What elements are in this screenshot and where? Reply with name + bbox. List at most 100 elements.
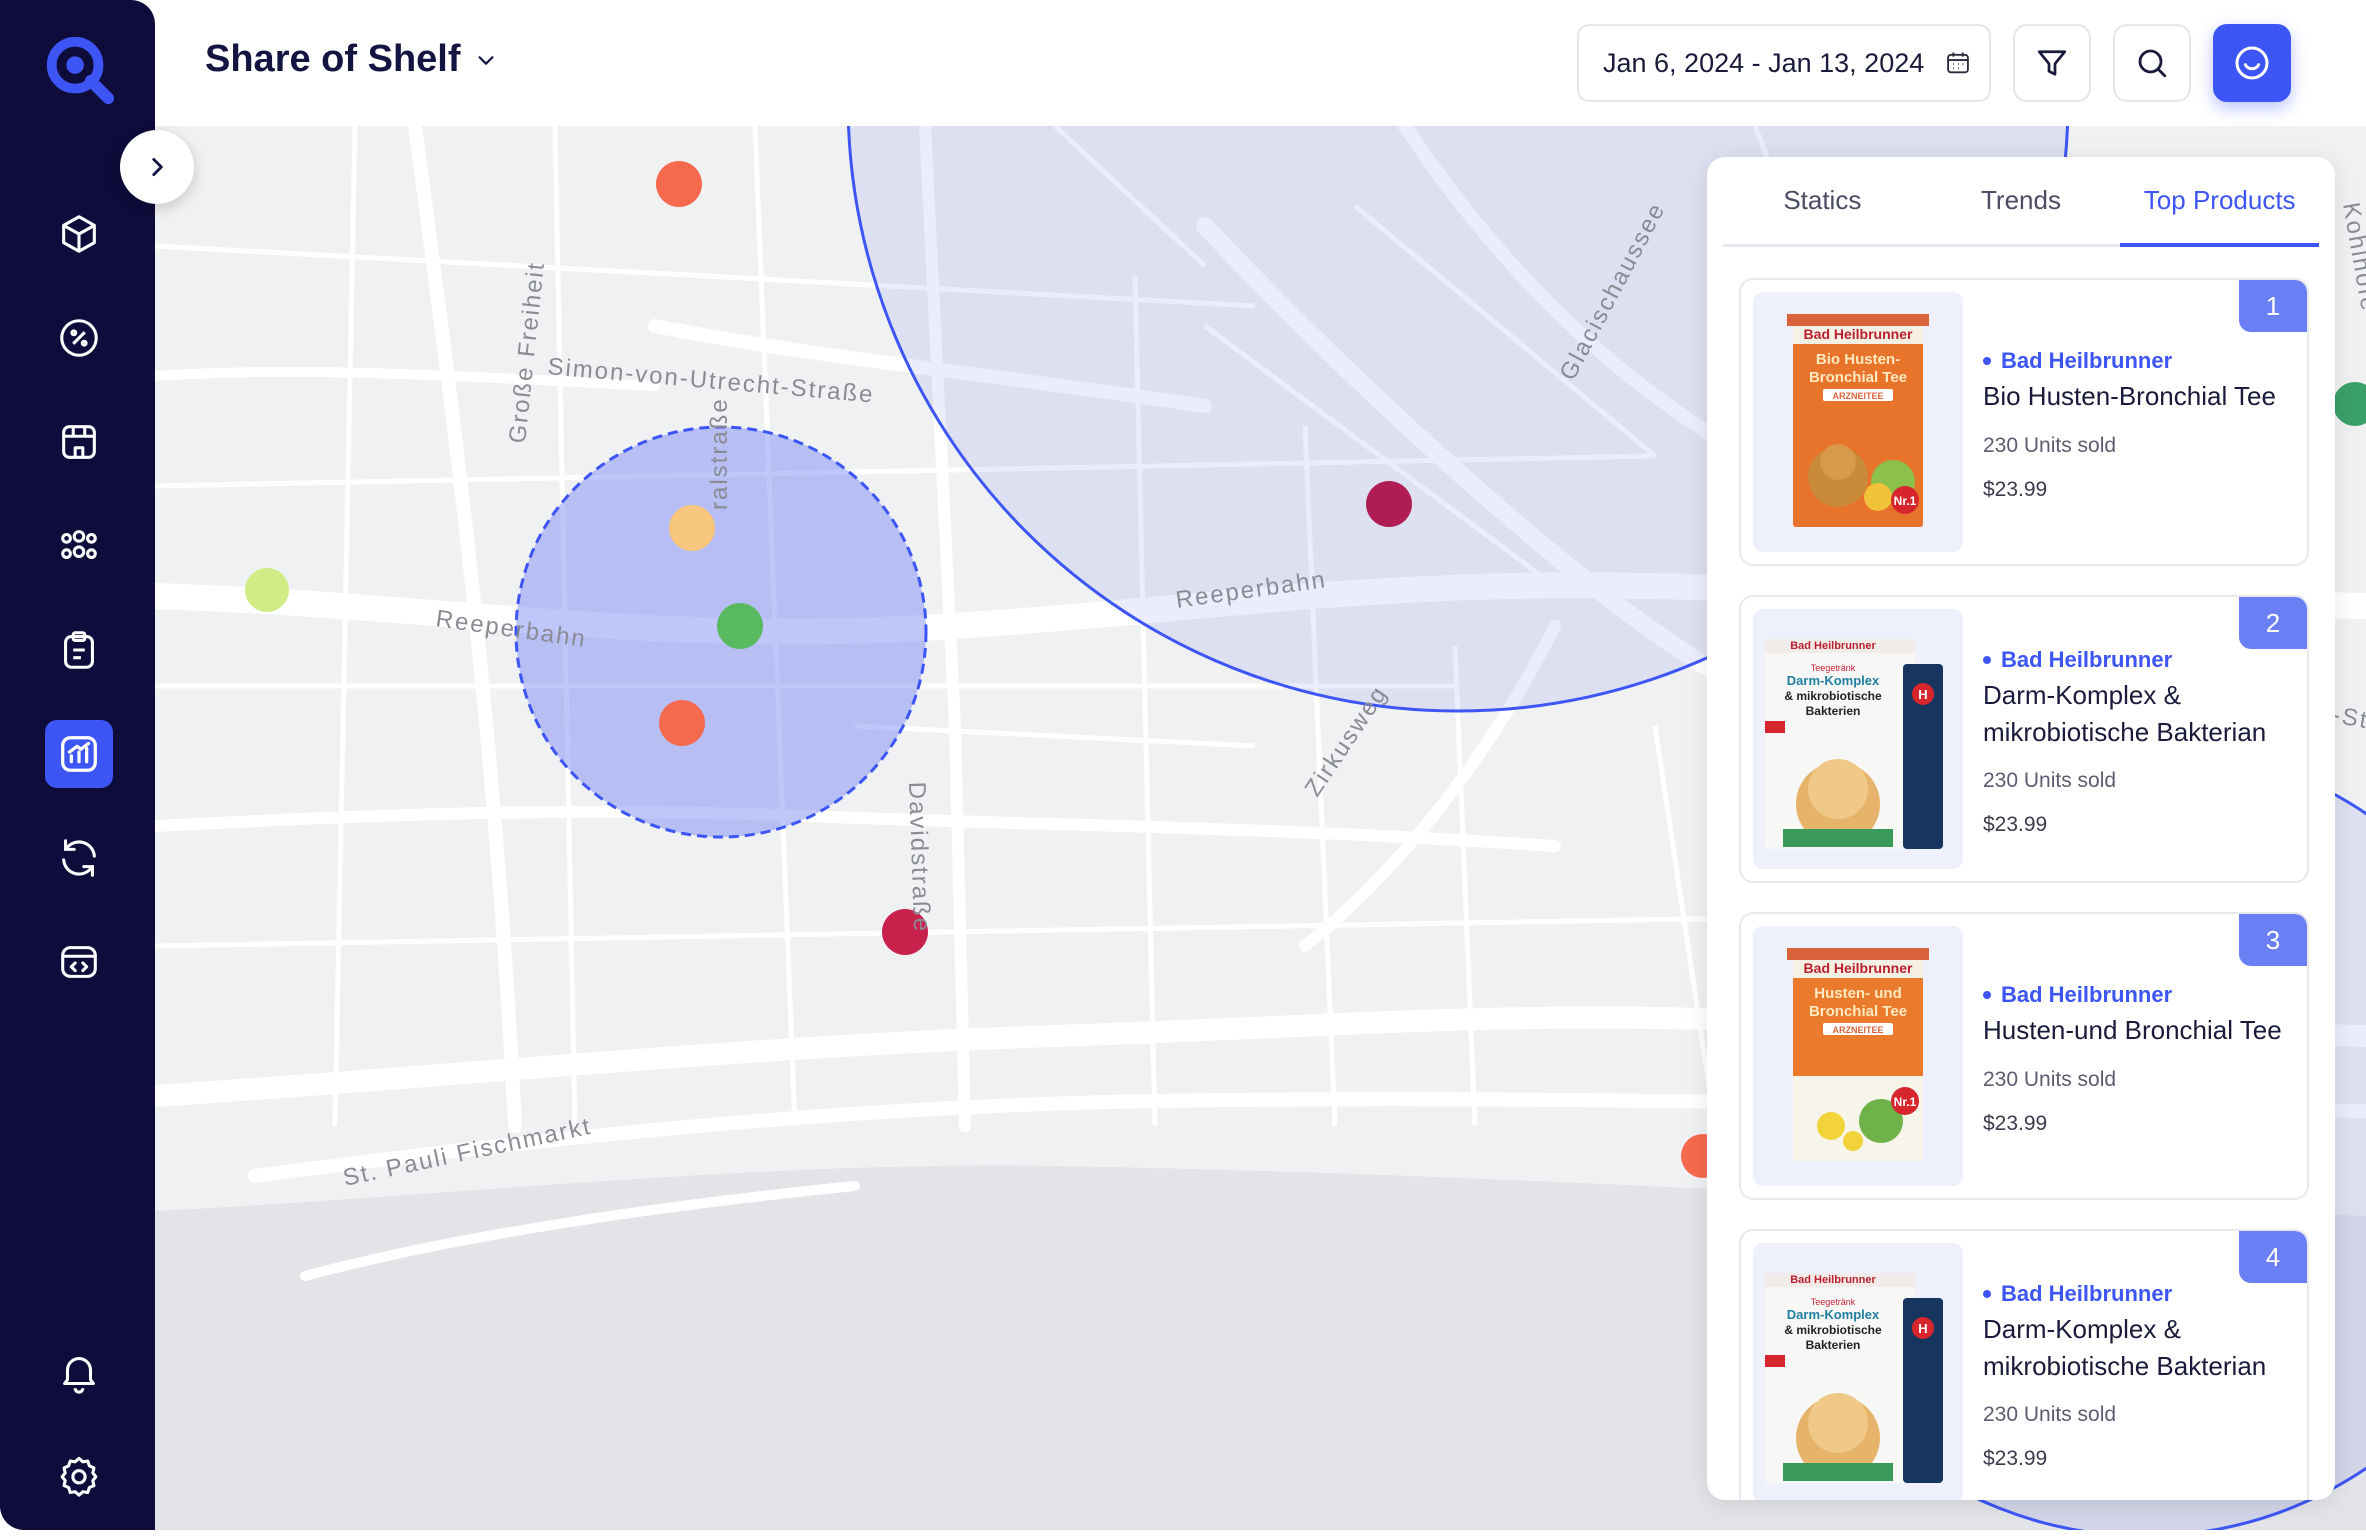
product-image: Bad Heilbrunner Teegetränk Darm-Komplex … (1753, 1243, 1963, 1500)
analytics-icon (61, 736, 97, 772)
bell-icon (63, 1357, 95, 1394)
calendar-icon (1947, 52, 1970, 74)
panel-tabs: Statics Trends Top Products (1723, 157, 2320, 247)
svg-text:Nr.1: Nr.1 (1894, 1095, 1917, 1109)
store-icon (62, 425, 96, 459)
product-units: 230 Units sold (1983, 769, 2117, 792)
svg-text:Bad Heilbrunner: Bad Heilbrunner (1790, 1274, 1876, 1286)
product-name: Bio Husten-Bronchial Tee (1983, 381, 2276, 411)
store-marker[interactable] (2333, 382, 2366, 426)
store-marker[interactable] (656, 161, 702, 207)
svg-text:Bio Husten-: Bio Husten- (1816, 351, 1900, 368)
svg-text:ARZNEITEE: ARZNEITEE (1832, 1025, 1883, 1035)
assistant-button[interactable] (2213, 24, 2291, 102)
svg-text:& mikrobiotische: & mikrobiotische (1784, 1323, 1882, 1337)
svg-text:Bad Heilbrunner: Bad Heilbrunner (1804, 326, 1913, 342)
product-image: Bad Heilbrunner Husten- und Bronchial Te… (1753, 926, 1963, 1186)
search-button[interactable] (2113, 24, 2191, 102)
store-marker[interactable] (669, 505, 715, 551)
filter-button[interactable] (2013, 24, 2091, 102)
svg-text:Darm-Komplex: Darm-Komplex (1787, 673, 1880, 688)
product-name: Darm-Komplex & mikrobiotische Bakterian (1983, 1314, 2267, 1381)
svg-text:Nr.1: Nr.1 (1894, 494, 1917, 508)
rank-badge: 3 (2239, 914, 2307, 966)
svg-text:Bakterien: Bakterien (1806, 1338, 1861, 1352)
date-range-picker[interactable]: Jan 6, 2024 - Jan 13, 2024 (1577, 24, 1991, 102)
product-units: 230 Units sold (1983, 434, 2117, 457)
sidebar-item-discounts[interactable] (45, 304, 113, 372)
svg-text:ARZNEITEE: ARZNEITEE (1832, 391, 1883, 401)
svg-text:Teegetränk: Teegetränk (1811, 1297, 1856, 1307)
chevron-right-icon (152, 158, 163, 176)
smile-icon (2235, 46, 2269, 80)
product-name: Darm-Komplex & mikrobiotische Bakterian (1983, 680, 2267, 747)
street-label: St. Pauli Fischmarkt (341, 1113, 594, 1192)
product-image: Bad Heilbrunner Teegetränk Darm-Komplex … (1753, 609, 1963, 869)
svg-text:Bronchial Tee: Bronchial Tee (1809, 1003, 1907, 1020)
expand-sidebar-button[interactable] (120, 130, 194, 204)
product-price: $23.99 (1983, 813, 2048, 836)
svg-text:Bronchial Tee: Bronchial Tee (1809, 369, 1907, 386)
sidebar-item-integrations[interactable] (45, 928, 113, 996)
store-marker[interactable] (659, 700, 705, 746)
rank-badge: 2 (2239, 597, 2307, 649)
product-brand: Bad Heilbrunner (1983, 348, 2172, 374)
rank-badge: 1 (2239, 280, 2307, 332)
tab-trends[interactable]: Trends (1922, 157, 2121, 244)
svg-text:Bakterien: Bakterien (1806, 704, 1861, 718)
product-card[interactable]: Bad Heilbrunner Husten- und Bronchial Te… (1739, 912, 2309, 1200)
svg-text:H: H (1918, 1321, 1927, 1336)
sidebar-item-analytics[interactable] (45, 720, 113, 788)
product-price: $23.99 (1983, 1112, 2048, 1135)
refresh-icon (62, 839, 96, 877)
rank-badge: 4 (2239, 1231, 2307, 1283)
store-marker[interactable] (717, 603, 763, 649)
street-label: Große Freiheit (504, 260, 550, 445)
app-logo-icon[interactable] (40, 30, 118, 108)
svg-text:Bad Heilbrunner: Bad Heilbrunner (1790, 640, 1876, 652)
sidebar-item-products[interactable] (45, 200, 113, 268)
store-marker[interactable] (1366, 481, 1412, 527)
svg-text:Husten- und: Husten- und (1814, 985, 1902, 1002)
product-card[interactable]: Bad Heilbrunner Teegetränk Darm-Komplex … (1739, 1229, 2309, 1500)
product-name: Husten-und Bronchial Tee (1983, 1015, 2282, 1045)
svg-text:H: H (1918, 687, 1927, 702)
tab-top-products[interactable]: Top Products (2120, 157, 2320, 247)
insights-panel: Statics Trends Top Products Bad Heilbrun… (1707, 157, 2335, 1500)
svg-text:Teegetränk: Teegetränk (1811, 663, 1856, 673)
sidebar-item-sync[interactable] (45, 824, 113, 892)
page-title-dropdown[interactable]: Share of Shelf (205, 38, 497, 81)
product-card[interactable]: Bad Heilbrunner Teegetränk Darm-Komplex … (1739, 595, 2309, 883)
product-units: 230 Units sold (1983, 1068, 2117, 1091)
product-brand: Bad Heilbrunner (1983, 647, 2172, 673)
street-label: Kohlhöfe (2337, 200, 2366, 314)
search-icon (2138, 49, 2167, 78)
product-image: Bad Heilbrunner Bio Husten- Bronchial Te… (1753, 292, 1963, 552)
sidebar-item-stores[interactable] (45, 408, 113, 476)
team-icon (61, 530, 97, 560)
product-card[interactable]: Bad Heilbrunner Bio Husten- Bronchial Te… (1739, 278, 2309, 566)
product-units: 230 Units sold (1983, 1403, 2117, 1426)
clipboard-icon (64, 631, 94, 669)
store-marker[interactable] (245, 568, 289, 612)
product-price: $23.99 (1983, 1447, 2048, 1470)
chevron-down-icon (477, 55, 494, 65)
street-label: ralstraße (706, 397, 733, 510)
sidebar-item-notifications[interactable] (45, 1338, 113, 1406)
svg-text:Darm-Komplex: Darm-Komplex (1787, 1307, 1880, 1322)
products-icon (62, 215, 96, 253)
street-label: Davidstraße (903, 781, 935, 933)
product-brand: Bad Heilbrunner (1983, 1281, 2172, 1307)
date-range-text: Jan 6, 2024 - Jan 13, 2024 (1603, 47, 1925, 78)
sidebar (0, 0, 155, 1530)
code-icon (61, 946, 97, 978)
sidebar-item-settings[interactable] (45, 1442, 113, 1510)
product-price: $23.99 (1983, 478, 2048, 501)
svg-text:& mikrobiotische: & mikrobiotische (1784, 689, 1882, 703)
street-label: -St (2330, 701, 2366, 734)
discount-icon (60, 319, 98, 357)
sidebar-item-team[interactable] (45, 512, 113, 580)
sidebar-item-tasks[interactable] (45, 616, 113, 684)
tab-statics[interactable]: Statics (1723, 157, 1922, 244)
page-title: Share of Shelf (205, 38, 461, 80)
